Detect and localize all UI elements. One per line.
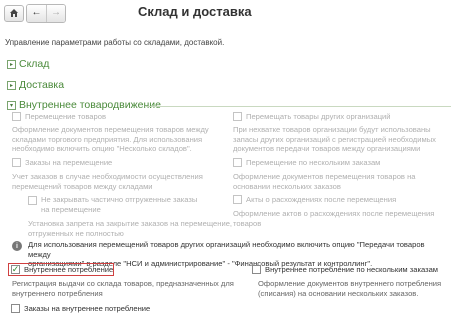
section-dostavka[interactable]: ▸ Доставка <box>7 79 64 91</box>
checkbox-label: Внутреннее потребление по нескольким зак… <box>265 265 439 274</box>
desc-line: основании нескольких заказов <box>233 181 341 191</box>
desc-line: Регистрация выдачи со склада товаров, пр… <box>12 279 234 288</box>
info-line: Для использования перемещений товаров др… <box>28 240 425 259</box>
ne-zakryvat-checkbox[interactable]: Не закрывать частично отгруженные заказы… <box>28 195 197 214</box>
checkbox-box[interactable] <box>233 112 242 121</box>
checkbox-box[interactable]: ✓ <box>11 265 20 274</box>
peremeshchenie-po-neskolkim-checkbox[interactable]: Перемещение по нескольким заказам <box>233 158 380 167</box>
checkbox-box[interactable] <box>252 265 261 274</box>
ne-zakryvat-desc: Установка запрета на закрытие заказов на… <box>28 219 232 238</box>
page-subtitle: Управление параметрами работы со складам… <box>5 38 225 47</box>
arrow-left-icon: ← <box>31 7 42 18</box>
desc-line: Оформление документов перемещения товаро… <box>12 125 209 134</box>
peremeshchenie-tovarov-desc: Оформление документов перемещения товаро… <box>12 125 209 154</box>
info-icon: i <box>12 241 22 251</box>
forward-button[interactable]: → <box>46 4 65 22</box>
peremeshchat-drugih-desc: При нехватке товаров организации будут и… <box>233 125 436 154</box>
checkbox-label: Заказы на внутреннее потребление <box>24 304 151 313</box>
zakazy-na-peremeshchenie-checkbox[interactable]: Заказы на перемещение <box>12 158 112 167</box>
vnutrennee-po-neskolkim-desc: Оформление документов внутреннего потреб… <box>258 279 441 298</box>
desc-line: необходимо включить опцию "Несколько скл… <box>12 144 192 154</box>
desc-line: Оформление документов внутреннего потреб… <box>258 279 442 288</box>
checkbox-label: Заказы на перемещение <box>25 158 113 167</box>
page-title: Склад и доставка <box>138 4 252 19</box>
desc-line: (списания) на основании нескольких заказ… <box>258 288 419 298</box>
checkbox-box[interactable] <box>12 112 21 121</box>
vnutrennee-potreblenie-desc: Регистрация выдачи со склада товаров, пр… <box>12 279 234 298</box>
desc-line: товаров <box>233 218 262 228</box>
desc-line: складами торгового предприятия. Для испо… <box>12 134 203 144</box>
checkbox-box[interactable] <box>11 304 20 313</box>
desc-line: запасы других организаций с регистрацией… <box>233 134 436 144</box>
home-button[interactable] <box>4 4 24 22</box>
desc-line: перемещений товаров между складами <box>12 181 153 191</box>
checkbox-label: Не закрывать частично отгруженные заказы… <box>41 195 197 214</box>
section-dostavka-label: Доставка <box>19 79 65 91</box>
back-button[interactable]: ← <box>27 4 46 22</box>
label-line: на перемещение <box>41 204 101 214</box>
peremeshchat-drugih-checkbox[interactable]: Перемещать товары других организаций <box>233 112 391 121</box>
label-line: Не закрывать частично отгруженные заказы <box>41 195 198 204</box>
zakazy-na-peremeshchenie-desc: Учет заказов в случае необходимости осущ… <box>12 172 203 191</box>
desc-line: Оформление актов о расхождениях после пе… <box>233 209 435 218</box>
expand-icon: ▸ <box>7 59 16 69</box>
desc-line: документов передачи товаров между органи… <box>233 144 421 154</box>
checkbox-box[interactable] <box>12 158 21 167</box>
arrow-right-icon: → <box>51 7 61 18</box>
checkbox-label: Перемещение товаров <box>25 112 106 121</box>
desc-line: внутреннего потребления <box>12 288 103 298</box>
checkbox-label: Перемещение по нескольким заказам <box>246 158 381 167</box>
checkbox-box[interactable] <box>28 196 37 205</box>
history-nav-group: ← → <box>26 3 66 23</box>
akty-checkbox[interactable]: Акты о расхождениях после перемещения <box>233 195 396 204</box>
section-sklad-label: Склад <box>19 58 50 70</box>
section-divider <box>146 106 451 107</box>
desc-line: При нехватке товаров организации будут и… <box>233 125 431 134</box>
section-sklad[interactable]: ▸ Склад <box>7 58 49 70</box>
checkbox-box[interactable] <box>233 158 242 167</box>
zakazy-na-vnutrennee-checkbox[interactable]: Заказы на внутреннее потребление <box>11 304 150 313</box>
checkbox-box[interactable] <box>233 195 242 204</box>
vnutrennee-po-neskolkim-checkbox[interactable]: Внутреннее потребление по нескольким зак… <box>252 265 438 274</box>
collapse-icon: ▾ <box>7 100 16 110</box>
expand-icon: ▸ <box>7 80 16 90</box>
peremeshchenie-tovarov-checkbox[interactable]: Перемещение товаров <box>12 112 106 121</box>
desc-line: отгруженных не полностью <box>28 228 124 238</box>
checkbox-label: Внутреннее потребление <box>24 265 114 274</box>
checkmark-icon: ✓ <box>11 264 20 274</box>
navigation-toolbar: ← → <box>4 3 66 23</box>
vnutrennee-potreblenie-checkbox[interactable]: ✓ Внутреннее потребление <box>11 265 113 274</box>
section-vnutrennee-label: Внутреннее товародвижение <box>19 99 161 111</box>
checkbox-label: Акты о расхождениях после перемещения <box>246 195 397 204</box>
akty-desc: Оформление актов о расхождениях после пе… <box>233 209 434 228</box>
desc-line: Оформление документов перемещения товаро… <box>233 172 416 181</box>
peremeshchenie-po-neskolkim-desc: Оформление документов перемещения товаро… <box>233 172 415 191</box>
desc-line: Установка запрета на закрытие заказов на… <box>28 219 233 228</box>
section-vnutrennee[interactable]: ▾ Внутреннее товародвижение <box>7 99 161 111</box>
checkbox-label: Перемещать товары других организаций <box>246 112 391 121</box>
desc-line: Учет заказов в случае необходимости осущ… <box>12 172 203 181</box>
home-icon <box>10 9 18 17</box>
